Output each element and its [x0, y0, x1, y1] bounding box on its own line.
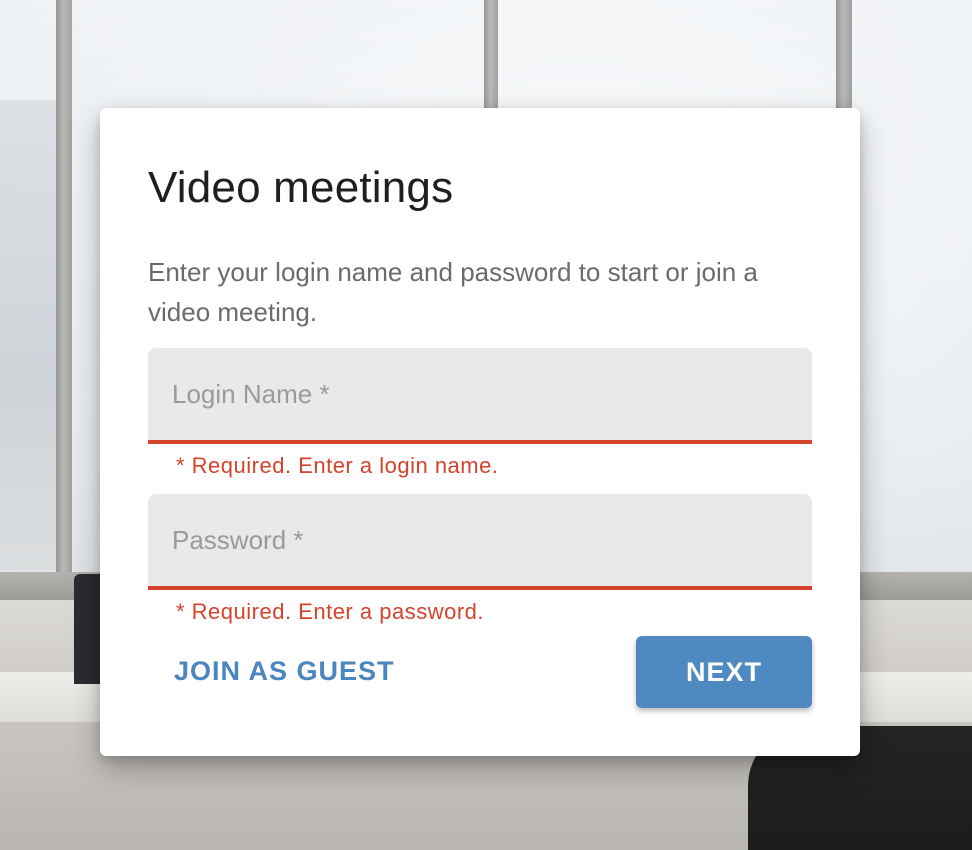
window-frame-left — [56, 0, 72, 600]
login-dialog: Video meetings Enter your login name and… — [100, 108, 860, 756]
login-name-input[interactable] — [172, 348, 788, 440]
window-cityscape — [0, 100, 56, 570]
login-name-error: * Required. Enter a login name. — [176, 453, 499, 478]
join-as-guest-button[interactable]: JOIN AS GUEST — [174, 653, 395, 689]
dialog-title: Video meetings — [148, 163, 454, 212]
login-name-field[interactable] — [148, 348, 812, 444]
dialog-description: Enter your login name and password to st… — [148, 257, 758, 327]
background-scene: Video meetings Enter your login name and… — [0, 0, 972, 850]
password-error: * Required. Enter a password. — [176, 599, 484, 624]
password-field[interactable] — [148, 494, 812, 590]
next-button[interactable]: NEXT — [636, 636, 812, 708]
password-input[interactable] — [172, 494, 788, 586]
